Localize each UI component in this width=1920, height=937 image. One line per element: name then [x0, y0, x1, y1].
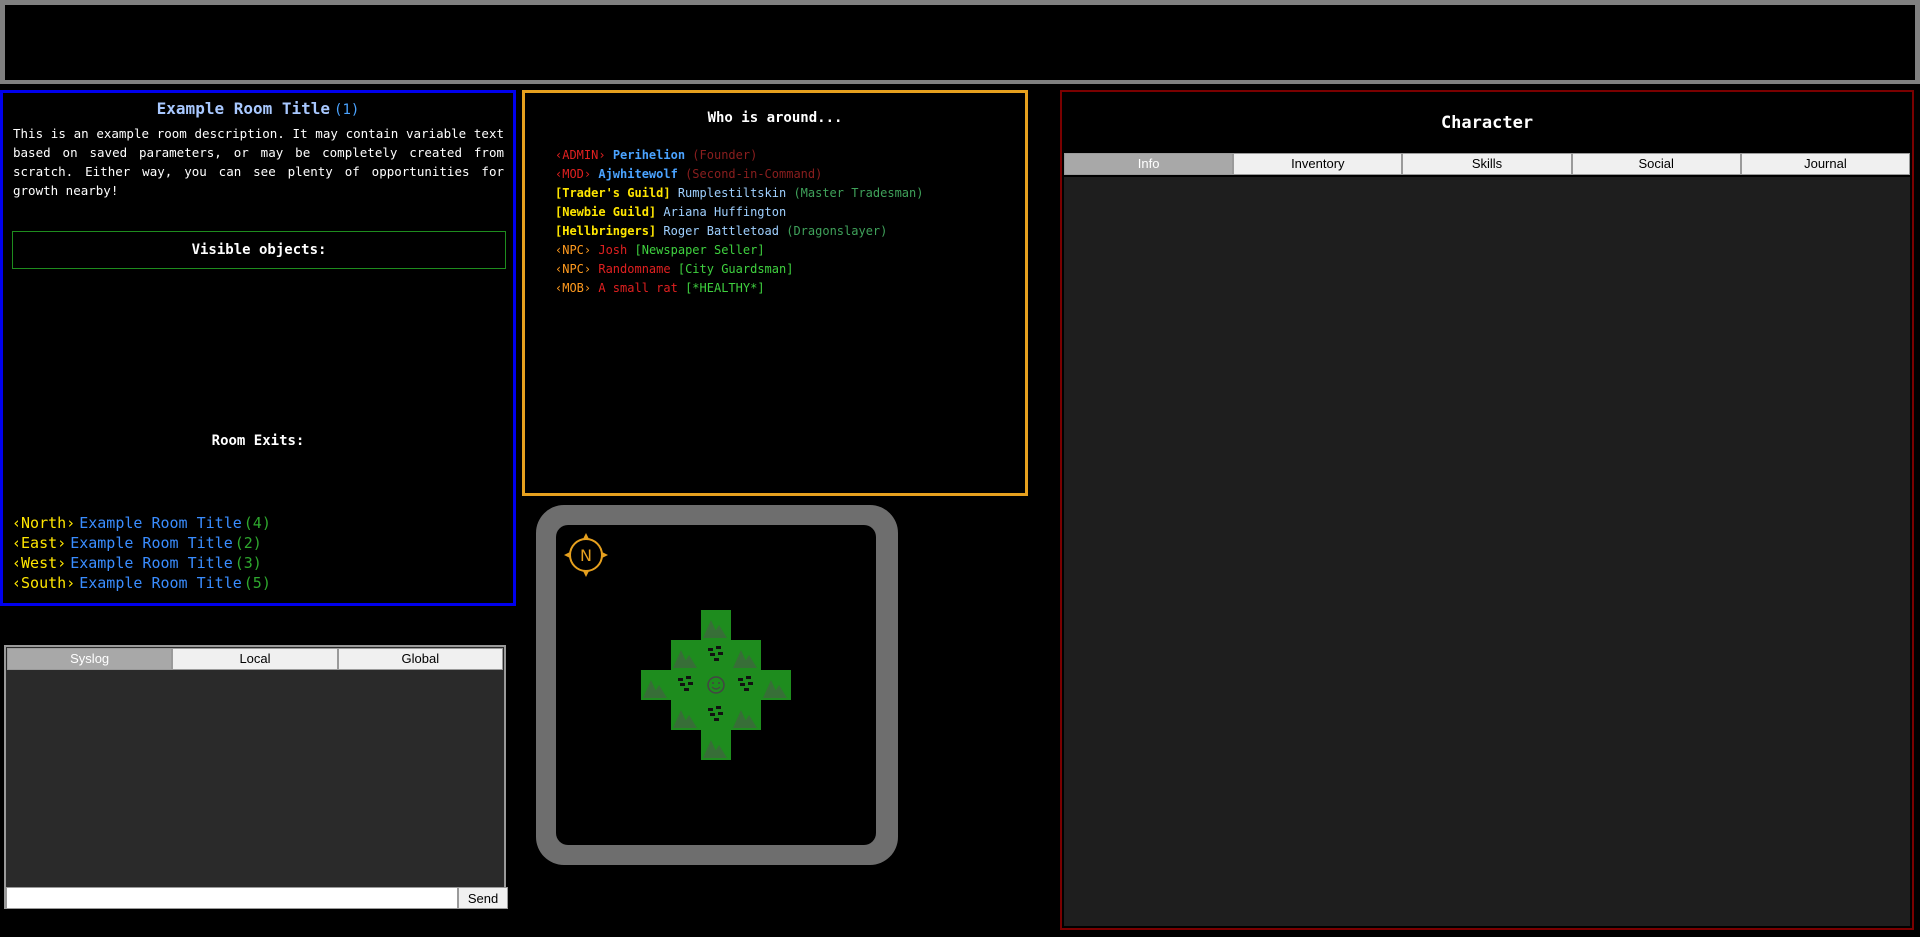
exit-room-number: (2) [234, 534, 262, 552]
chat-input-row: Send [6, 887, 508, 909]
minimap-svg: N [564, 533, 791, 760]
character-panel: Character Info Inventory Skills Social J… [1060, 90, 1914, 930]
send-button[interactable]: Send [458, 887, 508, 909]
who-entry[interactable]: [Trader's Guild] Rumplestiltskin (Master… [555, 184, 923, 203]
exit-item[interactable]: ‹West› Example Room Title (3) [12, 553, 271, 573]
who-title-text: [*HEALTHY*] [685, 281, 765, 295]
minimap-frame: N [536, 505, 898, 865]
who-name[interactable]: Perihelion [613, 148, 685, 162]
who-tag: ‹MOB› [555, 281, 592, 295]
minimap[interactable]: N [556, 525, 876, 845]
tab-skills[interactable]: Skills [1402, 153, 1572, 175]
tab-info[interactable]: Info [1064, 153, 1234, 175]
who-title-text: [Newspaper Seller] [634, 243, 765, 257]
who-entry[interactable]: [Hellbringers] Roger Battletoad (Dragons… [555, 222, 923, 241]
who-entry[interactable]: ‹MOD› Ajwhitewolf (Second-in-Command) [555, 165, 923, 184]
who-panel: Who is around... ‹ADMIN› Perihelion (Fou… [522, 90, 1028, 496]
tab-global[interactable]: Global [337, 648, 503, 670]
who-tag: [Hellbringers] [555, 224, 657, 238]
chat-log[interactable] [7, 671, 503, 885]
exit-room-number: (4) [243, 514, 271, 532]
exit-direction: ‹South› [12, 574, 76, 592]
character-title: Character [1440, 113, 1534, 133]
exit-room-number: (5) [243, 574, 271, 592]
exit-direction: ‹West› [12, 554, 67, 572]
room-title: Example Room Title (1) [3, 99, 513, 118]
who-tag: [Trader's Guild] [555, 186, 671, 200]
who-name[interactable]: A small rat [598, 281, 677, 295]
who-tag: ‹NPC› [555, 243, 592, 257]
who-name[interactable]: Randomname [598, 262, 670, 276]
who-tag: ‹MOD› [555, 167, 592, 181]
who-title-text: [City Guardsman] [677, 262, 794, 276]
room-exits-label: Room Exits: [211, 433, 305, 449]
exit-item[interactable]: ‹East› Example Room Title (2) [12, 533, 271, 553]
who-name[interactable]: Ajwhitewolf [598, 167, 677, 181]
who-title-text: (Master Tradesman) [793, 186, 924, 200]
exit-room-name[interactable]: Example Room Title [79, 574, 242, 592]
who-entry[interactable]: [Newbie Guild] Ariana Huffington [555, 203, 923, 222]
tab-journal[interactable]: Journal [1740, 153, 1911, 175]
tab-local[interactable]: Local [172, 648, 338, 670]
exit-room-name[interactable]: Example Room Title [70, 554, 233, 572]
top-banner [0, 0, 1920, 84]
who-name[interactable]: Josh [598, 243, 627, 257]
exit-room-number: (3) [234, 554, 262, 572]
room-description: This is an example room description. It … [13, 126, 504, 198]
compass-icon: N [564, 533, 608, 577]
exit-room-name[interactable]: Example Room Title [70, 534, 233, 552]
who-tag: [Newbie Guild] [555, 205, 657, 219]
character-content [1064, 177, 1910, 926]
exit-item[interactable]: ‹North› Example Room Title (4) [12, 513, 271, 533]
tab-syslog[interactable]: Syslog [7, 648, 173, 670]
exit-direction: ‹North› [12, 514, 76, 532]
character-tabs: Info Inventory Skills Social Journal [1064, 153, 1911, 175]
visible-objects-box: Visible objects: [12, 231, 506, 269]
who-name[interactable]: Roger Battletoad [663, 224, 779, 238]
who-entry[interactable]: ‹ADMIN› Perihelion (Founder) [555, 146, 923, 165]
who-entry[interactable]: ‹NPC› Josh [Newspaper Seller] [555, 241, 923, 260]
who-title-text: (Founder) [692, 148, 758, 162]
who-name[interactable]: Rumplestiltskin [678, 186, 786, 200]
who-title-text: (Second-in-Command) [685, 167, 823, 181]
chat-input[interactable] [6, 887, 458, 909]
room-panel: Example Room Title (1) This is an example… [0, 90, 516, 606]
who-entry[interactable]: ‹NPC› Randomname [City Guardsman] [555, 260, 923, 279]
tab-inventory[interactable]: Inventory [1233, 153, 1403, 175]
exit-room-name[interactable]: Example Room Title [79, 514, 242, 532]
exit-direction: ‹East› [12, 534, 67, 552]
room-number: (1) [334, 102, 360, 118]
svg-text:N: N [580, 546, 592, 565]
visible-objects-label: Visible objects: [191, 242, 327, 258]
who-tag: ‹ADMIN› [555, 148, 606, 162]
who-title: Who is around... [707, 110, 843, 126]
who-tag: ‹NPC› [555, 262, 592, 276]
who-title-text: (Dragonslayer) [786, 224, 888, 238]
chat-panel: Syslog Local Global Send [4, 645, 508, 909]
who-list: ‹ADMIN› Perihelion (Founder) ‹MOD› Ajwhi… [555, 146, 923, 298]
room-title-text: Example Room Title [156, 99, 331, 118]
chat-tabs: Syslog Local Global [7, 648, 503, 670]
exit-item[interactable]: ‹South› Example Room Title (5) [12, 573, 271, 593]
tab-social[interactable]: Social [1571, 153, 1741, 175]
who-name[interactable]: Ariana Huffington [663, 205, 786, 219]
room-exits-list: ‹North› Example Room Title (4) ‹East› Examp… [12, 513, 271, 593]
who-entry[interactable]: ‹MOB› A small rat [*HEALTHY*] [555, 279, 923, 298]
